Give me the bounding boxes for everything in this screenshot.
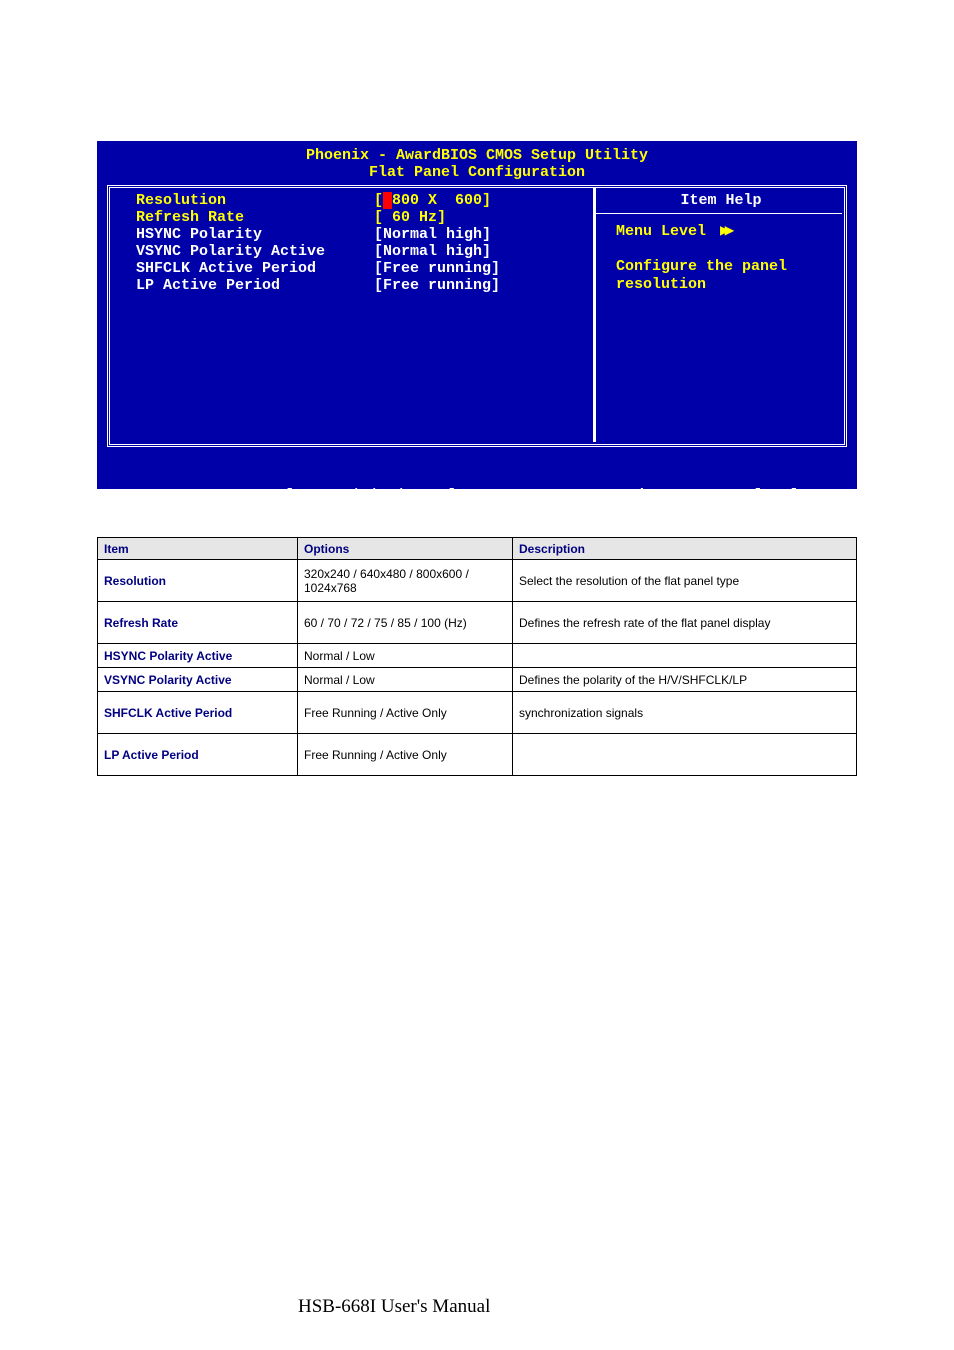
value: [ 60 Hz]	[374, 209, 446, 226]
table-row: LP Active Period Free Running / Active O…	[98, 734, 857, 776]
label: Refresh Rate	[136, 209, 374, 226]
th-item: Item	[98, 538, 298, 560]
menu-level-arrows-icon: ▶▶	[720, 223, 729, 240]
label: Resolution	[136, 192, 374, 209]
setting-refresh-rate[interactable]: Refresh Rate [ 60 Hz]	[136, 209, 589, 226]
value: [Normal high]	[374, 226, 491, 243]
table-row: VSYNC Polarity Active Normal / Low Defin…	[98, 668, 857, 692]
table-header-row: Item Options Description	[98, 538, 857, 560]
menu-level: Menu Level ▶▶	[616, 217, 826, 240]
th-description: Description	[513, 538, 857, 560]
title-line2: Flat Panel Configuration	[97, 164, 857, 181]
label: SHFCLK Active Period	[136, 260, 374, 277]
settings-panel: Resolution [ 800 X 600] Refresh Rate [ 6…	[110, 189, 589, 441]
label: VSYNC Polarity Active	[136, 243, 374, 260]
th-options: Options	[298, 538, 513, 560]
setting-hsync-polarity[interactable]: HSYNC Polarity [Normal high]	[136, 226, 589, 243]
setting-shfclk-period[interactable]: SHFCLK Active Period [Free running]	[136, 260, 589, 277]
bios-title: Phoenix - AwardBIOS CMOS Setup Utility F…	[97, 141, 857, 185]
value: [Normal high]	[374, 243, 491, 260]
setting-lp-period[interactable]: LP Active Period [Free running]	[136, 277, 589, 294]
footer-line1: ↑↓→←:Move Enter:Select +/-/PU/PD:Value F…	[115, 487, 857, 505]
table-row: Resolution 320x240 / 640x480 / 800x600 /…	[98, 560, 857, 602]
spec-table: Item Options Description Resolution 320x…	[97, 537, 857, 776]
label: LP Active Period	[136, 277, 374, 294]
table-row: Refresh Rate 60 / 70 / 72 / 75 / 85 / 10…	[98, 602, 857, 644]
setting-vsync-polarity[interactable]: VSYNC Polarity Active [Normal high]	[136, 243, 589, 260]
cursor	[383, 192, 392, 209]
table-row: HSYNC Polarity Active Normal / Low	[98, 644, 857, 668]
value: [ 800 X 600]	[374, 192, 491, 209]
bios-window: Phoenix - AwardBIOS CMOS Setup Utility F…	[97, 141, 857, 489]
value: [Free running]	[374, 277, 500, 294]
help-title: Item Help	[616, 192, 826, 217]
help-description: Configure the panel resolution	[616, 240, 826, 294]
label: HSYNC Polarity	[136, 226, 374, 243]
value: [Free running]	[374, 260, 500, 277]
setting-resolution[interactable]: Resolution [ 800 X 600]	[136, 192, 589, 209]
table-row: SHFCLK Active Period Free Running / Acti…	[98, 692, 857, 734]
footnote: HSB-668I User's Manual	[298, 1296, 490, 1318]
bios-body: Resolution [ 800 X 600] Refresh Rate [ 6…	[107, 185, 847, 447]
vertical-divider	[593, 188, 596, 442]
title-line1: Phoenix - AwardBIOS CMOS Setup Utility	[97, 147, 857, 164]
help-panel: Item Help Menu Level ▶▶ Configure the pa…	[600, 189, 836, 441]
